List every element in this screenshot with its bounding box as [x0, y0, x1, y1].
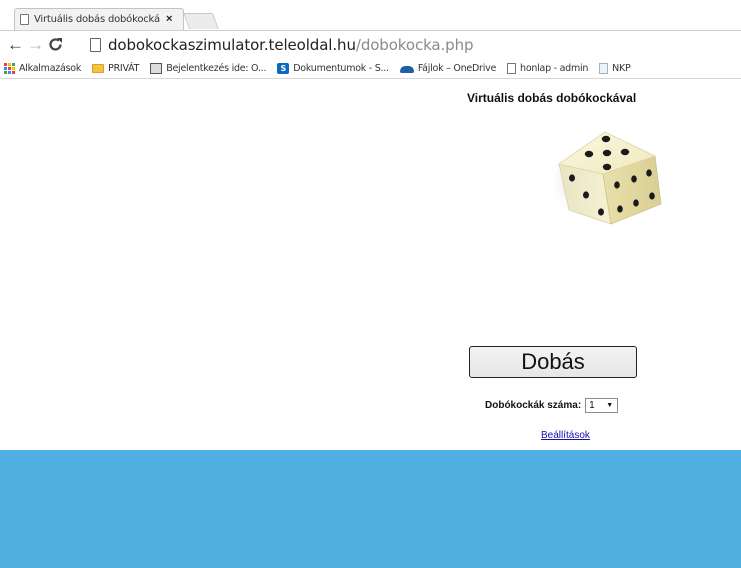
browser-tab-content[interactable]: Virtuális dobás dobókocká ×	[20, 9, 182, 29]
photo-icon	[150, 63, 163, 74]
page-icon	[90, 37, 101, 52]
tab-title: Virtuális dobás dobókocká	[34, 13, 160, 25]
bookmark-label: Fájlok – OneDrive	[417, 63, 497, 74]
bookmark-honlap-admin[interactable]: honlap - admin	[507, 63, 588, 74]
forward-arrow-icon[interactable]: →	[27, 36, 44, 53]
page-icon	[507, 63, 517, 74]
address-bar[interactable]: dobokockaszimulator.teleoldal.hu/dobokoc…	[68, 33, 741, 56]
roll-dice-button[interactable]: Dobás	[469, 346, 637, 378]
page-icon	[20, 13, 29, 25]
footer-band	[0, 450, 741, 568]
url-text[interactable]: dobokockaszimulator.teleoldal.hu/dobokoc…	[108, 35, 474, 54]
dice-count-label: Dobókockák száma:	[485, 400, 582, 411]
close-tab-icon[interactable]: ×	[166, 13, 172, 25]
reload-icon[interactable]	[48, 37, 63, 56]
bookmark-label: honlap - admin	[520, 63, 589, 74]
bookmark-label: Dokumentumok - S...	[293, 63, 389, 74]
bookmark-label: PRIVÁT	[108, 63, 140, 74]
folder-icon	[92, 64, 105, 73]
page-content: Virtuális dobás dobókockával Dobás Dobók…	[0, 80, 741, 568]
bookmark-label: Alkalmazások	[19, 63, 82, 74]
dice-count-row: Dobókockák száma: 1 ▼	[485, 398, 619, 413]
new-tab-button[interactable]	[183, 13, 219, 29]
reload-icon-svg	[49, 38, 62, 51]
url-path: /dobokocka.php	[355, 35, 474, 54]
bookmark-label: Bejelentkezés ide: O...	[166, 63, 267, 74]
dice-count-select[interactable]: 1 ▼	[585, 398, 619, 413]
bookmark-documents[interactable]: S Dokumentumok - S...	[277, 63, 389, 74]
tab-strip: Virtuális dobás dobókocká ×	[0, 0, 741, 31]
back-arrow-icon[interactable]: ←	[7, 36, 24, 53]
onedrive-icon	[399, 63, 414, 74]
page-icon	[599, 63, 609, 74]
bookmark-login[interactable]: Bejelentkezés ide: O...	[150, 63, 266, 74]
bookmarks-bar: Alkalmazások PRIVÁT Bejelentkezés ide: O…	[0, 59, 741, 79]
page-title: Virtuális dobás dobókockával	[467, 91, 637, 105]
chevron-down-icon: ▼	[606, 402, 614, 409]
dice-count-value: 1	[589, 400, 595, 411]
bookmark-label: NKP	[612, 63, 631, 74]
bookmark-privat[interactable]: PRIVÁT	[92, 63, 139, 74]
bookmark-nkp[interactable]: NKP	[599, 63, 631, 74]
dice-icon	[549, 131, 662, 225]
apps-icon	[4, 63, 15, 74]
dice-image	[545, 126, 675, 236]
bookmark-apps[interactable]: Alkalmazások	[4, 63, 81, 74]
sharepoint-icon: S	[277, 63, 290, 74]
url-host: dobokockaszimulator.teleoldal.hu	[108, 35, 356, 54]
settings-link[interactable]: Beállítások	[541, 430, 590, 441]
bookmark-onedrive[interactable]: Fájlok – OneDrive	[399, 63, 497, 74]
